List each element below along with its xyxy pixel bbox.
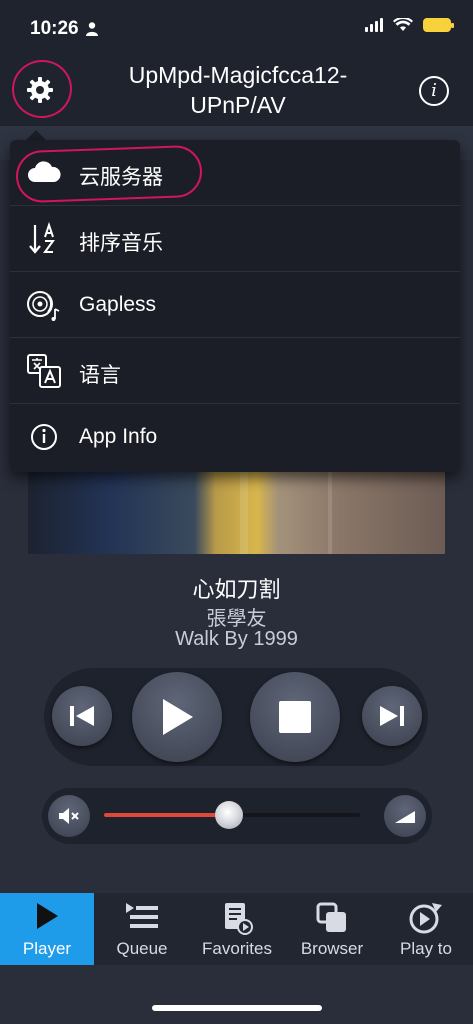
tab-label: Queue (116, 939, 168, 958)
track-title: 心如刀割 (192, 577, 281, 602)
info-button[interactable]: i (419, 76, 449, 106)
track-artist: 張學友 (206, 608, 267, 630)
volume-max-icon (395, 811, 415, 823)
volume-max-button[interactable] (384, 795, 426, 837)
track-album: Walk By 1999 (175, 628, 298, 650)
tab-label: Play to (400, 939, 452, 958)
skip-previous-icon (70, 706, 94, 726)
app-header: UpMpd-Magicfcca12-UPnP/AV i (0, 56, 473, 126)
tab-player[interactable]: Player (0, 893, 94, 965)
stop-icon (279, 701, 311, 733)
menu-item-sort-music[interactable]: 排序音乐 (10, 206, 460, 272)
page-title: UpMpd-Magicfcca12-UPnP/AV (128, 62, 348, 118)
menu-label: 云服务器 (79, 166, 163, 189)
skip-next-icon (380, 706, 404, 726)
menu-item-app-info[interactable]: App Info (10, 404, 460, 470)
tab-queue[interactable]: Queue (95, 893, 189, 965)
sort-az-icon (29, 221, 55, 254)
home-area (0, 965, 473, 1024)
menu-item-gapless[interactable]: Gapless (10, 272, 460, 338)
tab-favorites[interactable]: Favorites (190, 893, 284, 965)
info-icon: i (431, 80, 437, 101)
menu-item-language[interactable]: 语言 (10, 338, 460, 404)
settings-button[interactable] (8, 56, 76, 122)
menu-label: 排序音乐 (79, 232, 163, 255)
mute-button[interactable] (48, 795, 90, 837)
menu-caret (26, 130, 46, 140)
settings-menu: 云服务器 排序音乐 Gapless 语言 App Info (10, 140, 460, 472)
wifi-icon (393, 18, 413, 31)
info-icon (31, 424, 57, 450)
menu-item-cloud-server[interactable]: 云服务器 (10, 140, 460, 206)
language-icon (27, 354, 61, 388)
browser-icon (316, 902, 346, 932)
tab-label: Browser (300, 939, 364, 958)
tab-bar: Player Queue Favorites Browser Play to (0, 893, 473, 965)
queue-icon (126, 903, 158, 928)
play-to-icon (409, 903, 442, 934)
favorites-icon (225, 903, 253, 935)
gapless-disc-icon (27, 291, 60, 321)
play-button[interactable] (132, 672, 222, 762)
menu-label: 语言 (79, 364, 121, 387)
volume-fill (104, 813, 230, 817)
previous-button[interactable] (52, 686, 112, 746)
album-art (28, 462, 445, 554)
cellular-signal-icon (365, 18, 383, 32)
battery-icon (423, 18, 454, 32)
next-button[interactable] (362, 686, 422, 746)
stop-button[interactable] (250, 672, 340, 762)
tab-browser[interactable]: Browser (285, 893, 379, 965)
status-indicators (365, 18, 454, 32)
menu-label: Gapless (79, 293, 157, 316)
cloud-icon (28, 161, 61, 182)
play-icon (37, 903, 58, 929)
status-time: 10:26 (30, 18, 79, 39)
play-icon (163, 699, 193, 735)
tab-play-to[interactable]: Play to (379, 893, 473, 965)
menu-label: App Info (79, 425, 158, 448)
tab-label: Favorites (202, 939, 272, 958)
status-bar: 10:26 (0, 0, 473, 56)
home-indicator[interactable] (152, 1005, 322, 1011)
person-icon (86, 22, 98, 36)
gear-icon (27, 77, 53, 103)
volume-mute-icon (59, 808, 79, 824)
tab-label: Player (22, 939, 72, 958)
